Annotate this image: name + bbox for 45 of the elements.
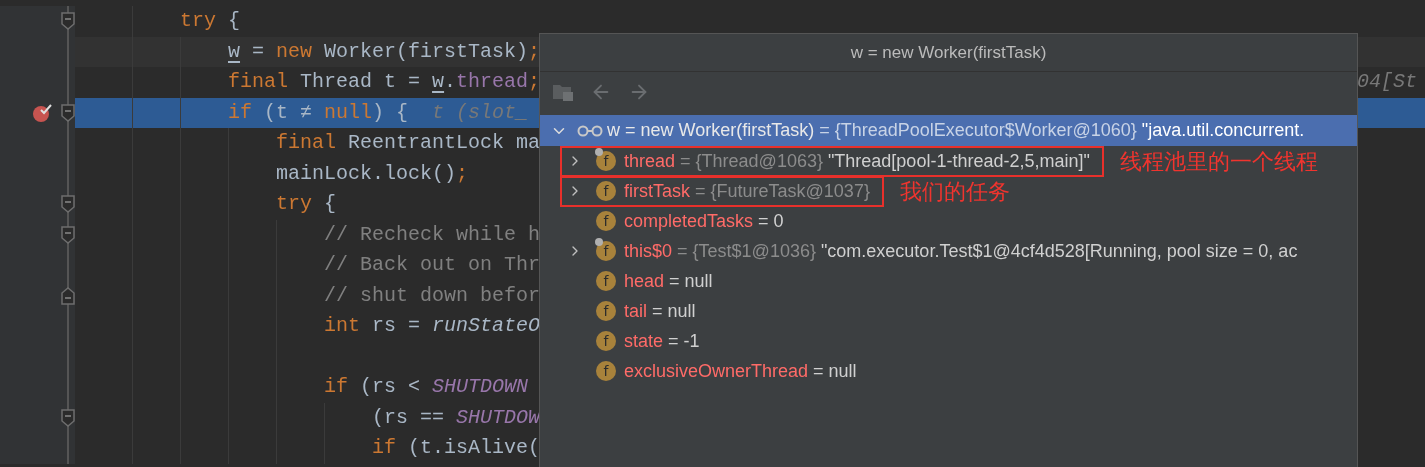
variable-entry[interactable]: completedTasks = 0	[624, 207, 796, 235]
field-icon: f	[596, 331, 616, 351]
field-icon: f	[596, 361, 616, 381]
variable-entry[interactable]: exclusiveOwnerThread = null	[624, 357, 869, 385]
variable-entry: w = new Worker(firstTask) = {ThreadPoolExecutor$Worker@1060} "java.util.concurrent.	[607, 119, 1305, 142]
code-line: final Thread t = w.thread;	[228, 69, 541, 95]
breakpoint-icon[interactable]	[32, 102, 54, 123]
code-line: int rs = runStateO	[324, 313, 541, 339]
inline-hint: 04[St	[1357, 69, 1417, 95]
code-line: try {	[180, 8, 241, 34]
annotation-label: 线程池里的一个线程	[1119, 147, 1318, 176]
code-line: // Back out on Thr	[324, 252, 541, 278]
code-line: // Recheck while h	[324, 221, 541, 248]
tree-root-row[interactable]: w = new Worker(firstTask) = {ThreadPoolExecutor$Worker@1060} "java.util.concurrent.	[540, 115, 1357, 146]
variable-entry[interactable]: tail = null	[624, 297, 708, 325]
fold-icon[interactable]	[61, 12, 75, 30]
code-line: if (rs < SHUTDOWN	[324, 374, 529, 400]
code-line: try {	[276, 191, 337, 217]
field-icon: f	[596, 241, 616, 261]
variable-entry[interactable]: firstTask = {FutureTask@1037}	[624, 177, 882, 205]
code-line: mainLock.lock();	[276, 160, 469, 187]
fold-icon[interactable]	[61, 408, 75, 427]
code-line: // shut down befor	[324, 282, 541, 309]
annotation-label: 我们的任务	[899, 177, 1010, 206]
variable-entry[interactable]: thread = {Thread@1063} "Thread[pool-1-thread-2,5,main]"	[624, 147, 1102, 175]
fold-icon[interactable]	[61, 225, 75, 244]
fold-icon[interactable]	[61, 195, 75, 213]
variable-entry[interactable]: state = -1	[624, 327, 712, 355]
field-icon: f	[596, 151, 616, 171]
fold-icon[interactable]	[61, 286, 75, 305]
glasses-icon	[577, 124, 603, 137]
variable-entry[interactable]: this$0 = {Test$1@1036} "com.executor.Test$1@4cf4d528[Running, pool size = 0, ac	[624, 237, 1310, 265]
fold-icon[interactable]	[61, 103, 75, 122]
code-line: final ReentrantLock ma	[276, 130, 541, 156]
popup-title: w = new Worker(firstTask)	[850, 41, 1047, 64]
folder-icon[interactable]	[552, 82, 574, 102]
field-icon: f	[596, 301, 616, 321]
field-icon: f	[596, 211, 616, 231]
code-line: if (t.isAlive(	[372, 435, 541, 461]
code-line: (rs == SHUTDOW	[372, 404, 541, 431]
variable-entry[interactable]: head = null	[624, 267, 725, 295]
field-icon: f	[596, 181, 616, 201]
code-line: if (t ≠ null) { t (slot_	[228, 99, 529, 126]
field-icon: f	[596, 271, 616, 291]
code-line: w = new Worker(firstTask);	[228, 38, 541, 65]
